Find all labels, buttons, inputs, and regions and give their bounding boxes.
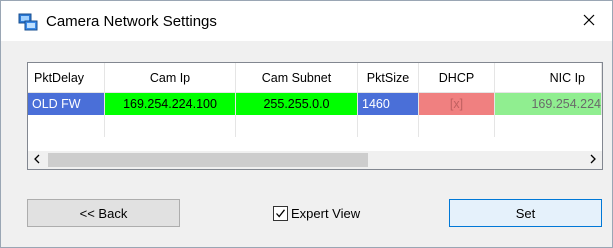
cell-cam-subnet[interactable]: 255.255.0.0 bbox=[236, 93, 358, 115]
column-header-cam-ip[interactable]: Cam Ip bbox=[105, 63, 236, 93]
table-row[interactable]: OLD FW 169.254.224.100 255.255.0.0 1460 … bbox=[28, 93, 602, 115]
title-bar: Camera Network Settings bbox=[1, 1, 612, 41]
column-header-nic-ip[interactable]: NIC Ip bbox=[495, 63, 602, 93]
cell-dhcp[interactable]: [x] bbox=[419, 93, 495, 115]
cell-cam-ip[interactable]: 169.254.224.100 bbox=[105, 93, 236, 115]
scrollbar-thumb[interactable] bbox=[48, 153, 368, 167]
set-button[interactable]: Set bbox=[449, 199, 602, 227]
close-button[interactable] bbox=[566, 1, 612, 41]
cell-nic-ip[interactable]: 169.254.224 bbox=[495, 93, 602, 115]
scroll-right-button[interactable] bbox=[584, 151, 602, 169]
column-header-dhcp[interactable]: DHCP bbox=[419, 63, 495, 93]
chevron-left-icon bbox=[33, 154, 41, 167]
window-title: Camera Network Settings bbox=[46, 13, 217, 30]
grid-header-row: PktDelay Cam Ip Cam Subnet PktSize DHCP … bbox=[28, 63, 602, 93]
camera-settings-grid[interactable]: PktDelay Cam Ip Cam Subnet PktSize DHCP … bbox=[27, 62, 603, 170]
cell-pktdelay[interactable]: OLD FW bbox=[28, 93, 105, 115]
empty-row bbox=[28, 115, 602, 137]
checkmark-icon bbox=[276, 208, 286, 218]
back-button[interactable]: << Back bbox=[27, 199, 180, 227]
close-icon bbox=[583, 14, 595, 29]
column-header-pktsize[interactable]: PktSize bbox=[358, 63, 419, 93]
checkbox-box[interactable] bbox=[273, 205, 288, 221]
expert-view-label: Expert View bbox=[291, 205, 361, 221]
camera-network-settings-window: Camera Network Settings PktDelay Cam Ip … bbox=[0, 0, 613, 248]
network-app-icon bbox=[18, 13, 38, 31]
chevron-right-icon bbox=[589, 154, 597, 167]
cell-pktsize[interactable]: 1460 bbox=[358, 93, 419, 115]
column-header-pktdelay[interactable]: PktDelay bbox=[28, 63, 105, 93]
expert-view-checkbox[interactable]: Expert View bbox=[273, 203, 360, 223]
horizontal-scrollbar[interactable] bbox=[28, 151, 602, 169]
column-header-cam-subnet[interactable]: Cam Subnet bbox=[236, 63, 358, 93]
scroll-left-button[interactable] bbox=[28, 151, 46, 169]
